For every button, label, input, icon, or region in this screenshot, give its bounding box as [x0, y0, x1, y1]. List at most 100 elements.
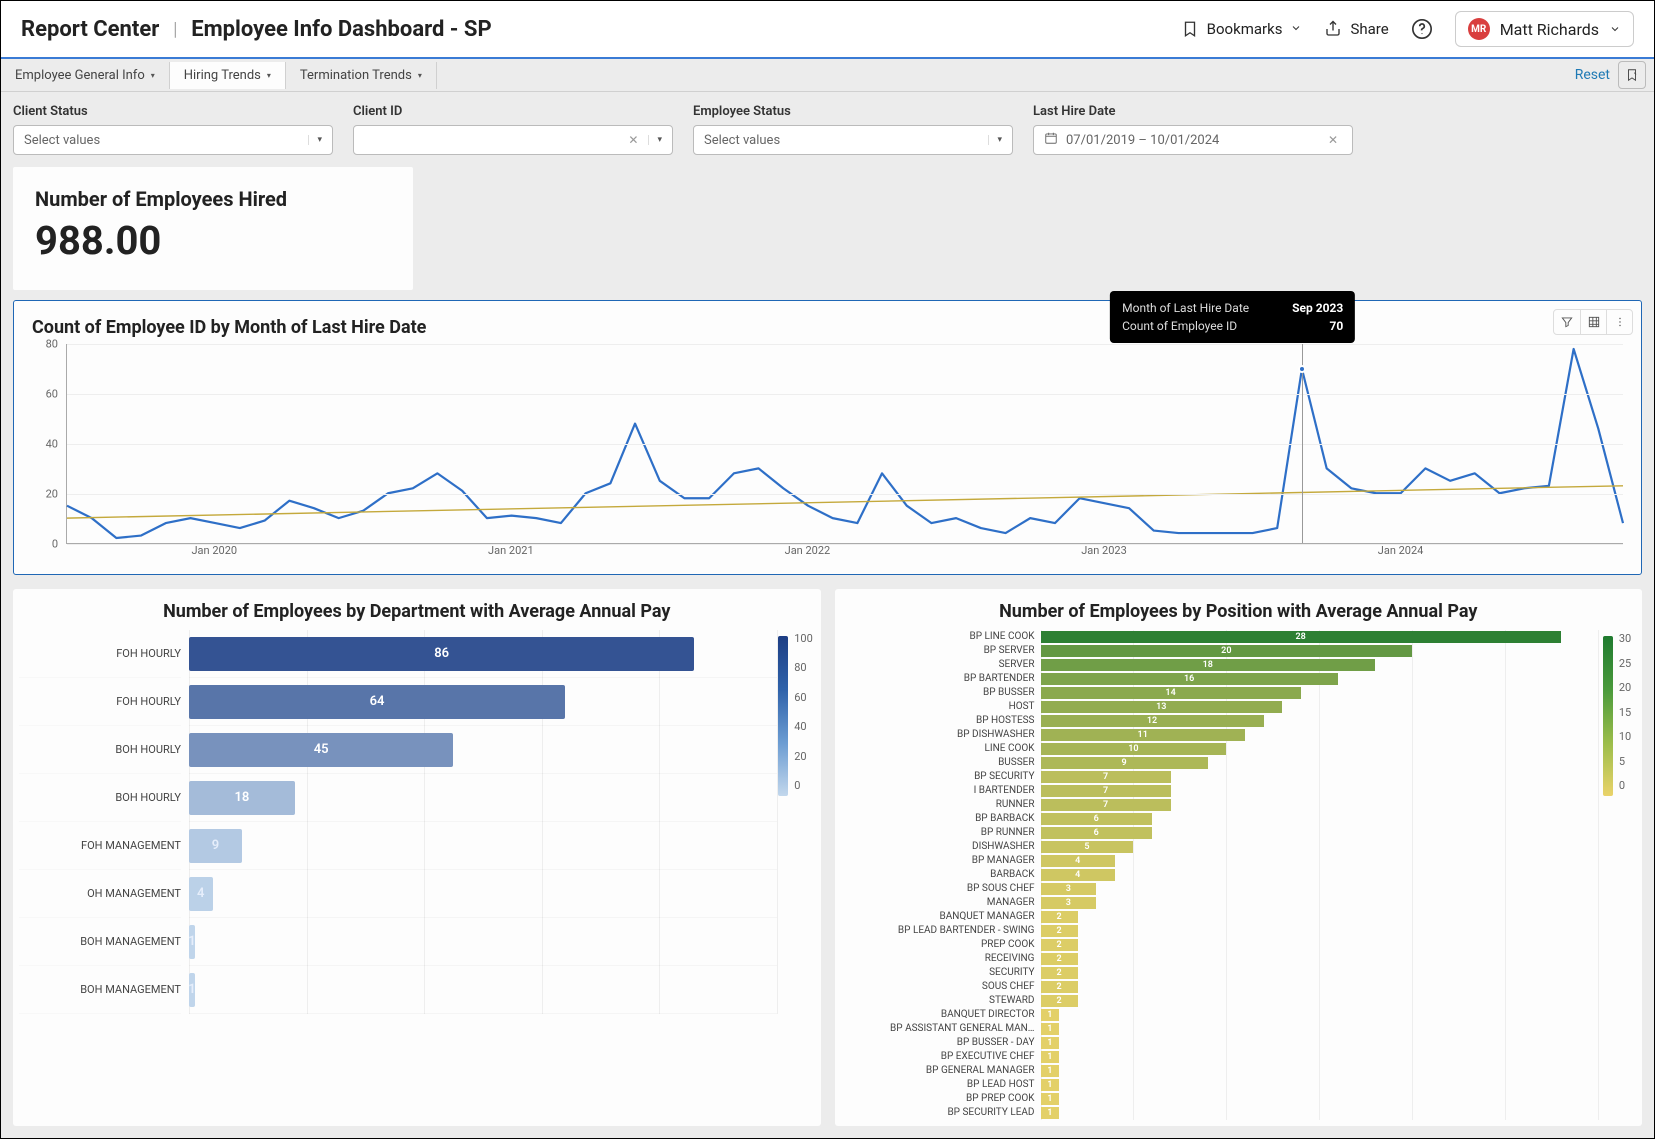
bookmarks-label: Bookmarks [1207, 20, 1283, 38]
clear-icon[interactable]: ✕ [1324, 133, 1342, 147]
pos-bar[interactable]: 5 [1041, 841, 1134, 853]
pos-bar[interactable]: 28 [1041, 631, 1561, 643]
table-icon[interactable] [1580, 310, 1606, 334]
dept-bar[interactable]: 4 [189, 877, 213, 911]
pos-bar[interactable]: 7 [1041, 799, 1171, 811]
pos-label: BARBACK [841, 868, 1035, 882]
pos-bar[interactable]: 2 [1041, 953, 1078, 965]
pos-bar[interactable]: 1 [1041, 1093, 1060, 1105]
help-icon[interactable] [1411, 18, 1433, 40]
pos-label: RECEIVING [841, 952, 1035, 966]
share-label: Share [1350, 20, 1388, 38]
pos-bar[interactable]: 1 [1041, 1023, 1060, 1035]
dept-label: FOH MANAGEMENT [19, 822, 181, 870]
bookmarks-button[interactable]: Bookmarks [1181, 20, 1303, 38]
chevron-down-icon: ▾ [988, 135, 1002, 145]
line-chart[interactable]: 020406080 Jan 2020Jan 2021Jan 2022Jan 20… [32, 344, 1623, 564]
pos-label: BP PREP COOK [841, 1092, 1035, 1106]
pos-bar[interactable]: 6 [1041, 813, 1153, 825]
pos-label: I BARTENDER [841, 784, 1035, 798]
pos-bar[interactable]: 4 [1041, 869, 1115, 881]
pos-bar[interactable]: 9 [1041, 757, 1208, 769]
pos-bar[interactable]: 6 [1041, 827, 1153, 839]
pos-bar[interactable]: 14 [1041, 687, 1301, 699]
pos-label: BP RUNNER [841, 826, 1035, 840]
pos-bar[interactable]: 3 [1041, 897, 1097, 909]
tooltip-label: Count of Employee ID [1122, 317, 1237, 335]
dept-label: OH MANAGEMENT [19, 870, 181, 918]
pos-bar[interactable]: 10 [1041, 743, 1227, 755]
pos-bar[interactable]: 1 [1041, 1079, 1060, 1091]
pos-bar[interactable]: 3 [1041, 883, 1097, 895]
filter-client-status: Client Status Select values ▾ [13, 104, 333, 155]
pos-bar[interactable]: 12 [1041, 715, 1264, 727]
bookmark-icon [1181, 20, 1199, 38]
pos-label: BP SERVER [841, 644, 1035, 658]
pos-label: RUNNER [841, 798, 1035, 812]
filter-icon[interactable] [1554, 310, 1580, 334]
pos-bar[interactable]: 16 [1041, 673, 1338, 685]
x-tick: Jan 2020 [191, 544, 237, 557]
tab-0[interactable]: Employee General Info▾ [1, 62, 170, 89]
chevron-down-icon: ▾ [151, 71, 155, 80]
clear-icon[interactable]: ✕ [624, 133, 642, 147]
tab-1[interactable]: Hiring Trends▾ [170, 62, 286, 89]
more-icon[interactable] [1606, 310, 1632, 334]
pos-label: SECURITY [841, 966, 1035, 980]
pos-bar[interactable]: 1 [1041, 1009, 1060, 1021]
dept-bar[interactable]: 1 [189, 973, 195, 1007]
bookmark-panel-button[interactable] [1618, 61, 1646, 89]
pos-label: MANAGER [841, 896, 1035, 910]
dept-bar[interactable]: 9 [189, 829, 242, 863]
pos-bar[interactable]: 2 [1041, 981, 1078, 993]
y-tick: 0 [52, 538, 58, 551]
x-tick: Jan 2021 [488, 544, 534, 557]
pos-label: DISHWASHER [841, 840, 1035, 854]
dept-bar[interactable]: 86 [189, 637, 694, 671]
plot-area[interactable] [66, 344, 1623, 544]
pos-bar[interactable]: 13 [1041, 701, 1283, 713]
pos-label: SOUS CHEF [841, 980, 1035, 994]
page-title: Employee Info Dashboard - SP [191, 17, 491, 42]
chart-title: Count of Employee ID by Month of Last Hi… [32, 317, 1623, 338]
client-id-select[interactable]: ✕ ▾ [353, 125, 673, 155]
pos-bar[interactable]: 1 [1041, 1037, 1060, 1049]
pos-bar[interactable]: 2 [1041, 939, 1078, 951]
chart-tooltip: Month of Last Hire Date Sep 2023 Count o… [1110, 291, 1355, 343]
date-range-value: 07/01/2019 – 10/01/2024 [1066, 133, 1219, 148]
dept-chart[interactable]: FOH HOURLYFOH HOURLYBOH HOURLYBOH HOURLY… [19, 630, 815, 1014]
reset-button[interactable]: Reset [1567, 67, 1618, 83]
x-axis: Jan 2020Jan 2021Jan 2022Jan 2023Jan 2024 [66, 544, 1623, 564]
pos-bar[interactable]: 2 [1041, 967, 1078, 979]
pos-bar[interactable]: 2 [1041, 995, 1078, 1007]
y-axis: 020406080 [32, 344, 64, 544]
pos-bar[interactable]: 1 [1041, 1107, 1060, 1119]
pos-bar[interactable]: 2 [1041, 911, 1078, 923]
tab-2[interactable]: Termination Trends▾ [286, 62, 437, 89]
pos-label: HOST [841, 700, 1035, 714]
chevron-down-icon [1290, 20, 1302, 38]
pos-bar[interactable]: 20 [1041, 645, 1413, 657]
dept-bar[interactable]: 1 [189, 925, 195, 959]
pos-bar[interactable]: 2 [1041, 925, 1078, 937]
dept-bar[interactable]: 18 [189, 781, 295, 815]
share-button[interactable]: Share [1324, 20, 1388, 38]
dept-bar[interactable]: 64 [189, 685, 565, 719]
pos-bar[interactable]: 11 [1041, 729, 1245, 741]
pos-chart[interactable]: BP LINE COOKBP SERVERSERVERBP BARTENDERB… [841, 630, 1637, 1120]
client-status-select[interactable]: Select values ▾ [13, 125, 333, 155]
pos-label: BP HOSTESS [841, 714, 1035, 728]
pos-bar[interactable]: 18 [1041, 659, 1376, 671]
pos-bar[interactable]: 7 [1041, 785, 1171, 797]
employee-status-select[interactable]: Select values ▾ [693, 125, 1013, 155]
dept-bar[interactable]: 45 [189, 733, 453, 767]
pos-label: BP EXECUTIVE CHEF [841, 1050, 1035, 1064]
user-menu[interactable]: MR Matt Richards [1455, 11, 1634, 47]
pos-bar[interactable]: 1 [1041, 1051, 1060, 1063]
pos-bar[interactable]: 1 [1041, 1065, 1060, 1077]
chevron-down-icon: ▾ [308, 135, 322, 145]
app-title: Report Center [21, 17, 159, 42]
pos-bar[interactable]: 7 [1041, 771, 1171, 783]
last-hire-date-picker[interactable]: 07/01/2019 – 10/01/2024 ✕ [1033, 125, 1353, 155]
pos-bar[interactable]: 4 [1041, 855, 1115, 867]
